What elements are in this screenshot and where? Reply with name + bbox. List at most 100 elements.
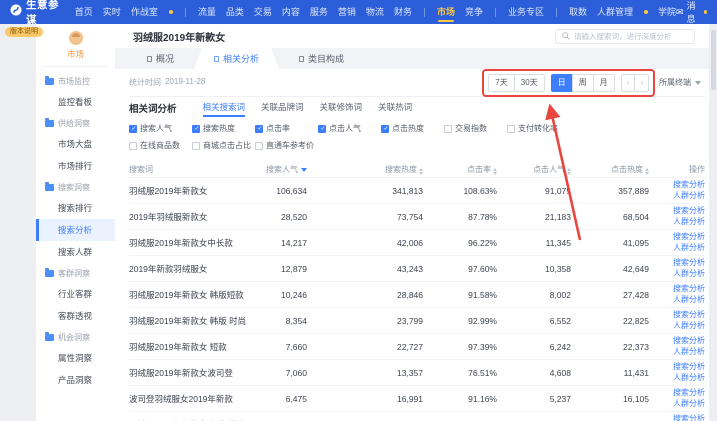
nav-item-5[interactable]: 品类 <box>226 0 244 24</box>
metric-checkbox-row2-0[interactable]: 在线商品数 <box>129 140 192 151</box>
date-button-1-0[interactable]: 日 <box>551 74 573 92</box>
sub-tab-2[interactable]: 关联修饰词 <box>320 101 363 115</box>
sub-tab-3[interactable]: 关联热词 <box>378 101 412 115</box>
sub-tabs: 相关搜索词 关联品牌词 关联修饰词 关联热词 <box>203 101 413 115</box>
sidebar-group-4[interactable]: 机会洞察 <box>36 327 115 347</box>
messages-entry[interactable]: ✉ 消息 <box>676 0 707 25</box>
scrollbar-track[interactable] <box>709 24 717 421</box>
sort-down-icon <box>567 172 571 175</box>
search-analysis-link[interactable]: 搜索分析 <box>651 414 705 421</box>
search-analysis-link[interactable]: 搜索分析 <box>651 388 705 398</box>
date-button-2-0[interactable]: ‹ <box>621 74 636 92</box>
sidebar-item-3-1[interactable]: 客群透视 <box>36 305 115 327</box>
search-analysis-link[interactable]: 搜索分析 <box>651 336 705 346</box>
date-button-1-2[interactable]: 月 <box>593 74 615 92</box>
search-analysis-link[interactable]: 搜索分析 <box>651 206 705 216</box>
sidebar-item-4-1[interactable]: 产品洞察 <box>36 369 115 391</box>
date-button-1-1[interactable]: 周 <box>572 74 594 92</box>
crowd-analysis-link[interactable]: 人群分析 <box>651 191 705 201</box>
sidebar-group-2[interactable]: 搜索洞察 <box>36 177 115 197</box>
metric-checkbox-row2-1[interactable]: 商城点击占比 <box>192 140 255 151</box>
tab-2[interactable]: 类目构成 <box>279 48 364 69</box>
workspace-header[interactable]: 市场 <box>42 24 109 67</box>
checkbox-icon[interactable] <box>192 142 200 150</box>
nav-item-2[interactable]: 作战室 <box>131 0 158 24</box>
checkbox-icon[interactable] <box>255 142 263 150</box>
metric-checkbox-row1-6[interactable]: 支付转化率 <box>507 123 570 134</box>
nav-item-0[interactable]: 首页 <box>75 0 93 24</box>
date-button-0-1[interactable]: 30天 <box>514 74 545 92</box>
sidebar-item-0-0[interactable]: 监控看板 <box>36 91 115 113</box>
nav-item-20[interactable]: 学院 <box>658 0 676 24</box>
column-header-1[interactable]: 搜索人气 <box>259 164 309 175</box>
sidebar-group-3[interactable]: 客群洞察 <box>36 263 115 283</box>
metric-checkbox-row1-5[interactable]: 交易指数 <box>444 123 507 134</box>
tab-0[interactable]: 概况 <box>127 48 194 69</box>
terminal-dropdown[interactable]: 所属终端 <box>659 77 701 88</box>
nav-item-11[interactable]: 财务 <box>394 0 412 24</box>
sidebar-item-2-1[interactable]: 搜索分析 <box>36 219 115 241</box>
column-header-4[interactable]: 点击人气 <box>499 164 573 175</box>
search-analysis-link[interactable]: 搜索分析 <box>651 284 705 294</box>
search-analysis-link[interactable]: 搜索分析 <box>651 180 705 190</box>
sidebar-item-3-0[interactable]: 行业客群 <box>36 283 115 305</box>
brand[interactable]: 生意参谋 <box>10 0 61 27</box>
search-analysis-link[interactable]: 搜索分析 <box>651 310 705 320</box>
checkbox-icon[interactable] <box>129 142 137 150</box>
nav-item-19[interactable]: 人群管理 <box>597 0 633 24</box>
metric-checkbox-row1-4[interactable]: 点击热度 <box>381 123 444 134</box>
crowd-analysis-link[interactable]: 人群分析 <box>651 295 705 305</box>
scrollbar-thumb[interactable] <box>711 30 716 90</box>
nav-item-16[interactable]: 业务专区 <box>508 0 544 24</box>
sub-tab-0[interactable]: 相关搜索词 <box>203 101 246 115</box>
search-input[interactable] <box>574 32 688 41</box>
sidebar-item-2-0[interactable]: 搜索排行 <box>36 197 115 219</box>
checkbox-icon[interactable] <box>192 125 200 133</box>
search-analysis-link[interactable]: 搜索分析 <box>651 362 705 372</box>
checkbox-icon[interactable] <box>381 125 389 133</box>
nav-item-10[interactable]: 物流 <box>366 0 384 24</box>
tab-1[interactable]: 相关分析 <box>194 48 279 69</box>
checkbox-icon[interactable] <box>318 125 326 133</box>
metric-checkbox-row1-3[interactable]: 点击人气 <box>318 123 381 134</box>
nav-item-9[interactable]: 营销 <box>338 0 356 24</box>
crowd-analysis-link[interactable]: 人群分析 <box>651 347 705 357</box>
checkbox-icon[interactable] <box>444 125 452 133</box>
column-header-5[interactable]: 点击热度 <box>573 164 651 175</box>
metric-checkbox-row1-1[interactable]: 搜索热度 <box>192 123 255 134</box>
search-analysis-link[interactable]: 搜索分析 <box>651 232 705 242</box>
crowd-analysis-link[interactable]: 人群分析 <box>651 399 705 409</box>
sidebar-group-1[interactable]: 供给洞察 <box>36 113 115 133</box>
date-button-2-1[interactable]: › <box>634 74 649 92</box>
crowd-analysis-link[interactable]: 人群分析 <box>651 321 705 331</box>
sidebar-item-2-2[interactable]: 搜索人群 <box>36 241 115 263</box>
crowd-analysis-link[interactable]: 人群分析 <box>651 269 705 279</box>
column-header-2[interactable]: 搜索热度 <box>309 164 425 175</box>
nav-item-13[interactable]: 市场 <box>437 0 455 24</box>
crowd-analysis-link[interactable]: 人群分析 <box>651 217 705 227</box>
checkbox-icon[interactable] <box>129 125 137 133</box>
nav-item-7[interactable]: 内容 <box>282 0 300 24</box>
checkbox-icon[interactable] <box>507 125 515 133</box>
column-header-3[interactable]: 点击率 <box>425 164 499 175</box>
crowd-analysis-link[interactable]: 人群分析 <box>651 243 705 253</box>
date-button-0-0[interactable]: 7天 <box>488 74 514 92</box>
checkbox-icon[interactable] <box>255 125 263 133</box>
nav-item-6[interactable]: 交易 <box>254 0 272 24</box>
nav-item-8[interactable]: 服务 <box>310 0 328 24</box>
sidebar-item-1-1[interactable]: 市场排行 <box>36 155 115 177</box>
sub-tab-1[interactable]: 关联品牌词 <box>261 101 304 115</box>
nav-item-14[interactable]: 竞争 <box>465 0 483 24</box>
sidebar-group-0[interactable]: 市场监控 <box>36 71 115 91</box>
sidebar-item-4-0[interactable]: 属性洞察 <box>36 347 115 369</box>
version-badge[interactable]: 版本说明 <box>5 27 43 37</box>
search-analysis-link[interactable]: 搜索分析 <box>651 258 705 268</box>
metric-checkbox-row1-2[interactable]: 点击率 <box>255 123 318 134</box>
metric-checkbox-row1-0[interactable]: 搜索人气 <box>129 123 192 134</box>
crowd-analysis-link[interactable]: 人群分析 <box>651 373 705 383</box>
nav-item-1[interactable]: 实时 <box>103 0 121 24</box>
sidebar-item-1-0[interactable]: 市场大盘 <box>36 133 115 155</box>
nav-item-18[interactable]: 取数 <box>569 0 587 24</box>
nav-item-4[interactable]: 流量 <box>198 0 216 24</box>
metric-checkbox-row2-2[interactable]: 直通车参考价 <box>255 140 318 151</box>
